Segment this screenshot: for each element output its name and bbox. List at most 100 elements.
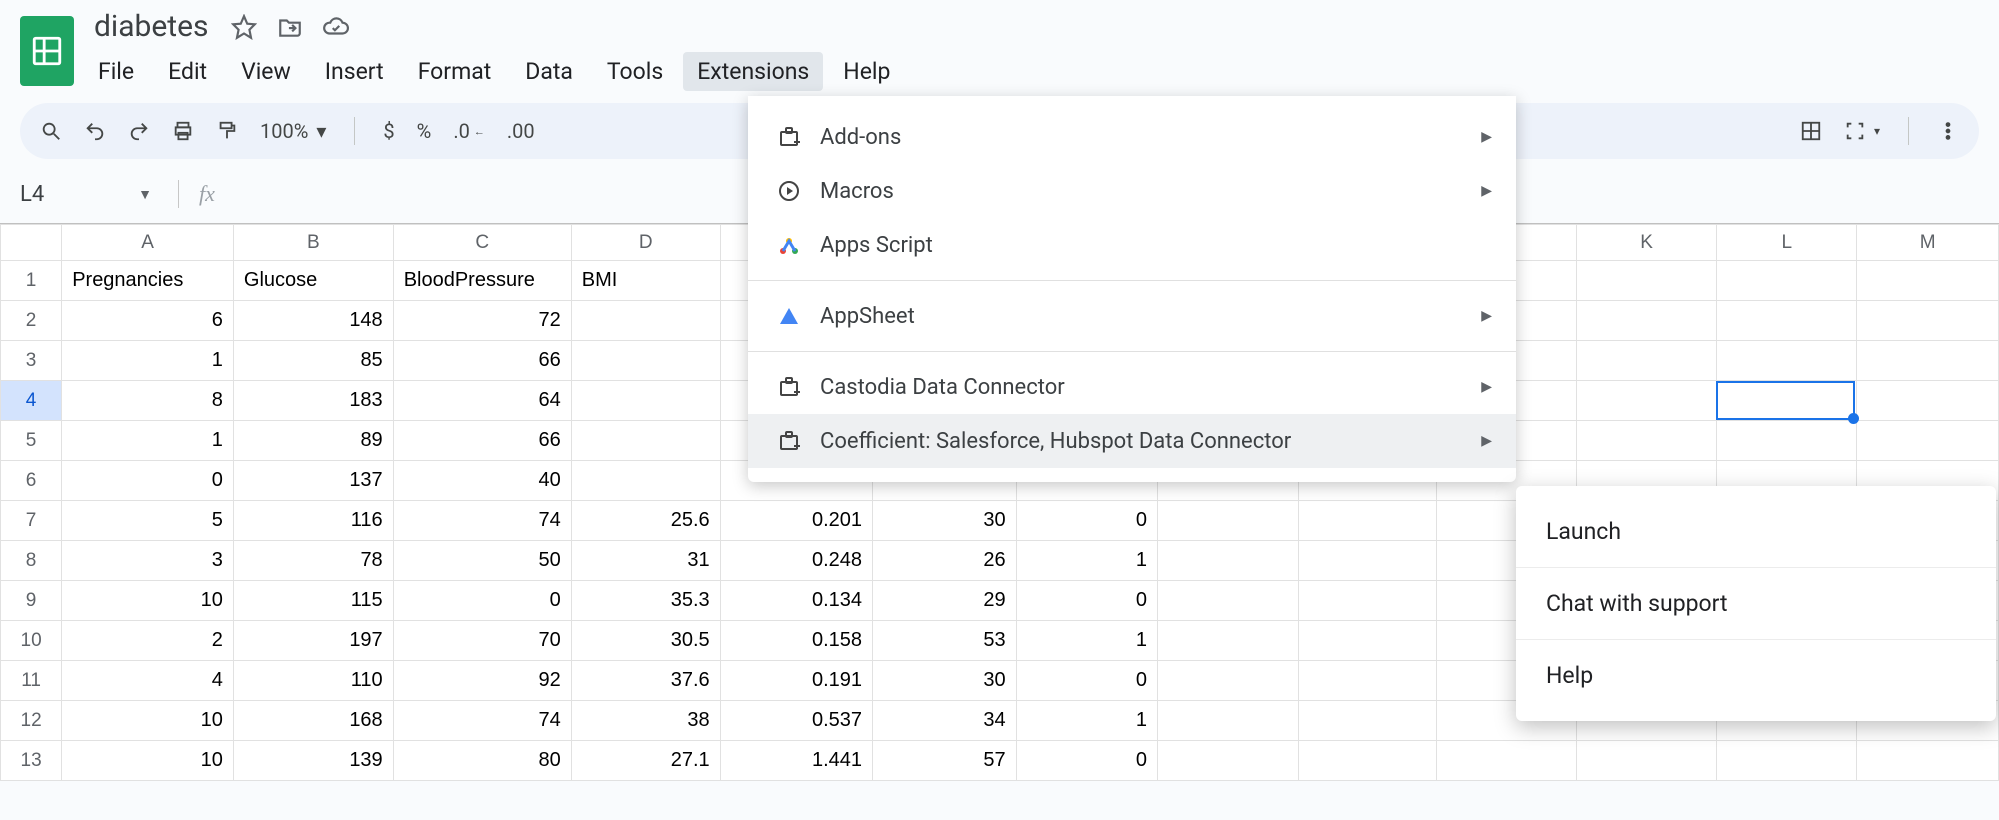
menu-data[interactable]: Data <box>511 52 587 91</box>
cell[interactable]: 2 <box>62 621 234 661</box>
col-header-M[interactable]: M <box>1857 225 1999 261</box>
cell[interactable]: 1 <box>62 341 234 381</box>
cell[interactable]: 31 <box>571 541 720 581</box>
cloud-saved-icon[interactable] <box>323 14 349 40</box>
cell[interactable]: 66 <box>393 421 571 461</box>
cell[interactable] <box>1857 741 1999 781</box>
cell[interactable] <box>571 301 720 341</box>
cell[interactable] <box>1717 301 1857 341</box>
cell[interactable]: 57 <box>873 741 1017 781</box>
decrease-decimals-button[interactable]: .0← <box>453 119 485 143</box>
cell[interactable]: BloodPressure <box>393 261 571 301</box>
cell[interactable] <box>1717 741 1857 781</box>
cell[interactable] <box>571 461 720 501</box>
cell[interactable]: 35.3 <box>571 581 720 621</box>
cell[interactable]: 74 <box>393 701 571 741</box>
cell[interactable]: 72 <box>393 301 571 341</box>
cell[interactable] <box>1717 421 1857 461</box>
cell[interactable]: 85 <box>233 341 393 381</box>
cell[interactable]: 10 <box>62 741 234 781</box>
cell[interactable]: 3 <box>62 541 234 581</box>
row-header[interactable]: 3 <box>1 341 62 381</box>
cell[interactable]: 1 <box>1016 541 1157 581</box>
cell[interactable]: 0 <box>393 581 571 621</box>
submenu-item[interactable]: Chat with support <box>1516 567 1996 639</box>
move-folder-icon[interactable] <box>277 14 303 40</box>
cell[interactable]: 116 <box>233 501 393 541</box>
cell[interactable] <box>1857 341 1999 381</box>
cell[interactable] <box>1576 741 1717 781</box>
menu-edit[interactable]: Edit <box>154 52 221 91</box>
cell[interactable]: 8 <box>62 381 234 421</box>
cell[interactable] <box>1576 261 1717 301</box>
col-header-A[interactable]: A <box>62 225 234 261</box>
cell[interactable]: 26 <box>873 541 1017 581</box>
cell[interactable] <box>571 381 720 421</box>
menu-file[interactable]: File <box>84 52 148 91</box>
functions-button[interactable]: ▾ <box>1844 120 1880 142</box>
cell[interactable]: 1 <box>62 421 234 461</box>
menu-tools[interactable]: Tools <box>593 52 677 91</box>
cell[interactable]: 78 <box>233 541 393 581</box>
cell[interactable]: 0.537 <box>720 701 872 741</box>
cell[interactable] <box>1298 661 1436 701</box>
document-title[interactable]: diabetes <box>88 10 215 44</box>
row-header[interactable]: 9 <box>1 581 62 621</box>
col-header-B[interactable]: B <box>233 225 393 261</box>
cell[interactable] <box>1857 381 1999 421</box>
cell[interactable] <box>1157 541 1298 581</box>
cell[interactable] <box>1298 701 1436 741</box>
borders-button[interactable] <box>1800 120 1822 142</box>
cell[interactable]: 40 <box>393 461 571 501</box>
format-percent-button[interactable]: % <box>417 119 432 143</box>
cell[interactable]: 53 <box>873 621 1017 661</box>
sheets-logo[interactable] <box>20 16 74 86</box>
cell[interactable] <box>1298 581 1436 621</box>
cell[interactable]: 10 <box>62 701 234 741</box>
increase-decimals-button[interactable]: .00 <box>507 119 535 143</box>
row-header[interactable]: 8 <box>1 541 62 581</box>
cell[interactable]: 148 <box>233 301 393 341</box>
cell[interactable] <box>571 421 720 461</box>
name-box[interactable]: L4 ▼ <box>20 182 170 207</box>
cell[interactable]: 38 <box>571 701 720 741</box>
cell[interactable]: 10 <box>62 581 234 621</box>
cell[interactable]: 0.201 <box>720 501 872 541</box>
cell[interactable]: 66 <box>393 341 571 381</box>
menu-format[interactable]: Format <box>404 52 506 91</box>
cell[interactable]: 70 <box>393 621 571 661</box>
cell[interactable]: 110 <box>233 661 393 701</box>
menu-insert[interactable]: Insert <box>311 52 398 91</box>
cell[interactable]: 139 <box>233 741 393 781</box>
cell[interactable] <box>571 341 720 381</box>
ext-item[interactable]: AppSheet▶ <box>748 289 1516 343</box>
cell[interactable]: 27.1 <box>571 741 720 781</box>
cell[interactable] <box>1857 421 1999 461</box>
row-header[interactable]: 7 <box>1 501 62 541</box>
ext-item[interactable]: Coefficient: Salesforce, Hubspot Data Co… <box>748 414 1516 468</box>
row-header[interactable]: 2 <box>1 301 62 341</box>
cell[interactable]: 34 <box>873 701 1017 741</box>
cell[interactable]: 115 <box>233 581 393 621</box>
cell[interactable]: 5 <box>62 501 234 541</box>
cell[interactable]: 89 <box>233 421 393 461</box>
cell[interactable] <box>1157 661 1298 701</box>
cell[interactable]: 0.248 <box>720 541 872 581</box>
cell[interactable]: 183 <box>233 381 393 421</box>
cell[interactable] <box>1298 501 1436 541</box>
col-header-K[interactable]: K <box>1576 225 1717 261</box>
undo-button[interactable] <box>84 120 106 142</box>
col-header-L[interactable]: L <box>1717 225 1857 261</box>
cell[interactable]: 197 <box>233 621 393 661</box>
cell[interactable]: 80 <box>393 741 571 781</box>
row-header[interactable]: 5 <box>1 421 62 461</box>
cell[interactable]: 64 <box>393 381 571 421</box>
cell[interactable] <box>1717 261 1857 301</box>
star-icon[interactable] <box>231 14 257 40</box>
cell[interactable]: 74 <box>393 501 571 541</box>
cell[interactable] <box>1857 261 1999 301</box>
cell[interactable]: 4 <box>62 661 234 701</box>
cell[interactable]: 0 <box>1016 581 1157 621</box>
ext-item[interactable]: Apps Script <box>748 218 1516 272</box>
cell[interactable]: 92 <box>393 661 571 701</box>
